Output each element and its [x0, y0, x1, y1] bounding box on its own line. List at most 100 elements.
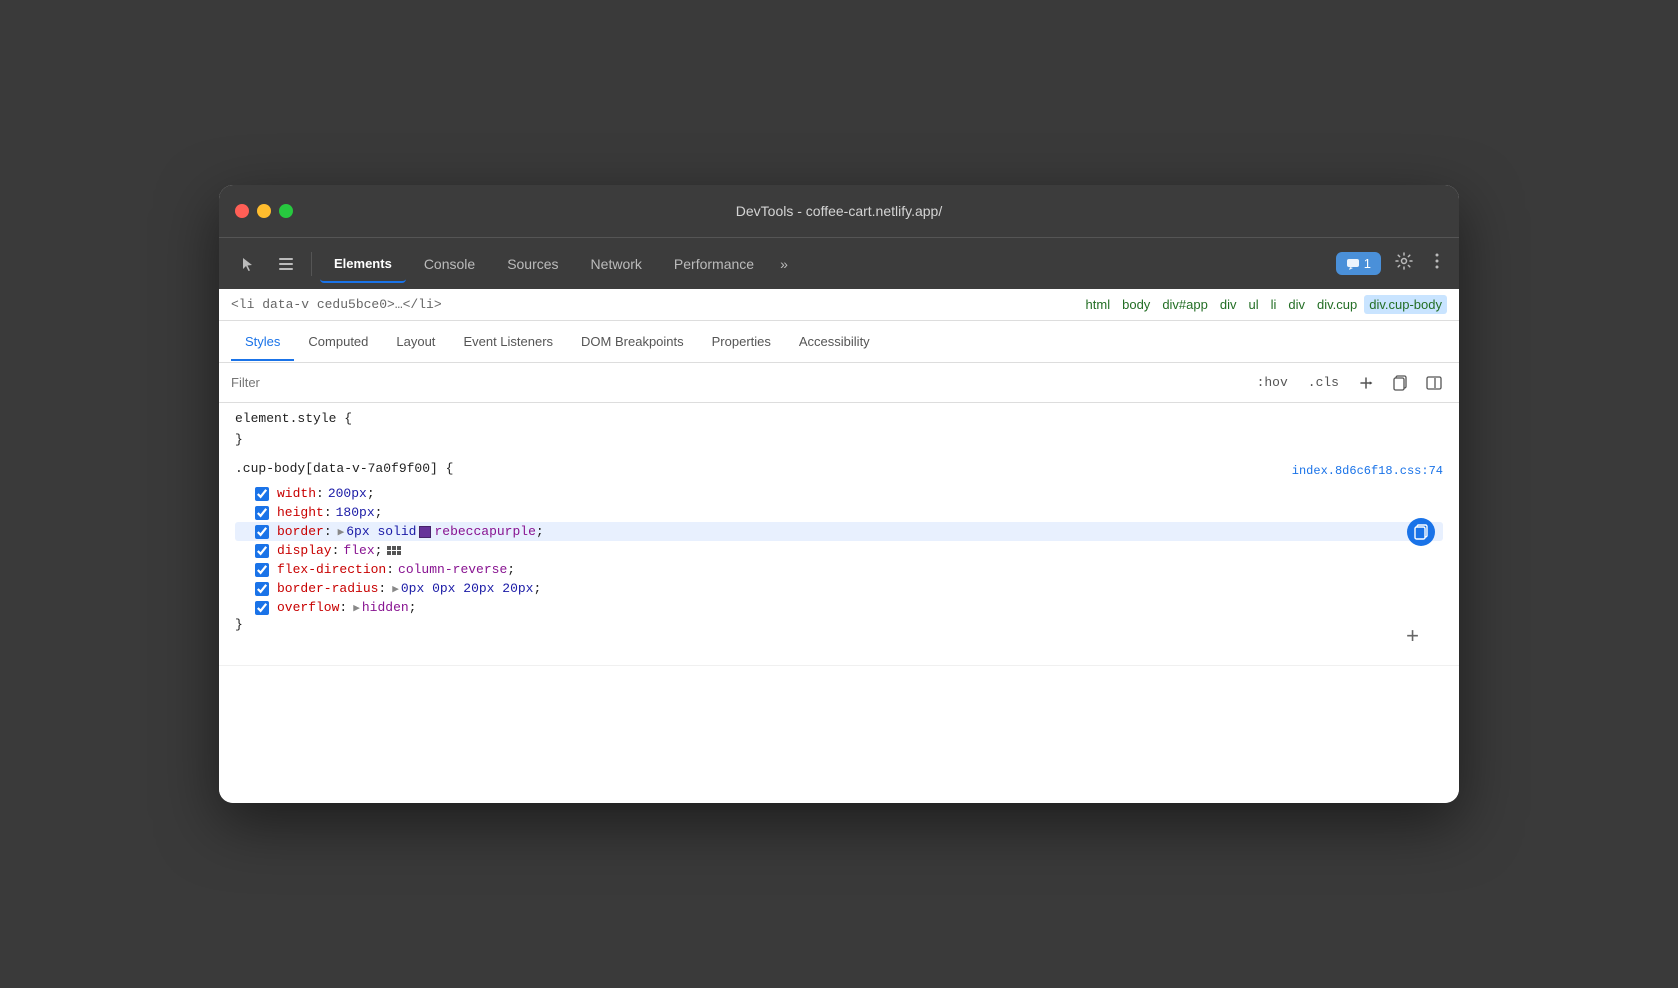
- subtab-styles[interactable]: Styles: [231, 324, 294, 361]
- border-prop-value: 6px solid: [346, 524, 416, 539]
- message-icon: [1346, 257, 1360, 271]
- traffic-lights: [235, 204, 293, 218]
- property-row-border-radius: border-radius : ▶ 0px 0px 20px 20px ;: [235, 579, 1443, 598]
- width-checkbox[interactable]: [255, 487, 269, 501]
- toggle-sidebar-button[interactable]: [1421, 372, 1447, 394]
- styles-panel-bottom: } +: [235, 617, 1443, 657]
- styles-filter-bar: :hov .cls: [219, 363, 1459, 403]
- border-prop-name: border: [277, 524, 324, 539]
- border-radius-prop-name: border-radius: [277, 581, 378, 596]
- flex-layout-icon[interactable]: [387, 546, 401, 555]
- border-radius-prop-value: 0px 0px 20px 20px: [401, 581, 534, 596]
- settings-icon: [1395, 252, 1413, 270]
- window-title: DevTools - coffee-cart.netlify.app/: [736, 203, 942, 219]
- tab-network[interactable]: Network: [577, 250, 656, 278]
- cls-button[interactable]: .cls: [1302, 372, 1345, 393]
- breadcrumb-li[interactable]: li: [1266, 295, 1282, 314]
- property-row-overflow: overflow : ▶ hidden ;: [235, 598, 1443, 617]
- cup-body-header: .cup-body[data-v-7a0f9f00] { index.8d6c6…: [235, 461, 1443, 480]
- cursor-icon: [239, 255, 257, 273]
- layout-icon: [1426, 375, 1442, 391]
- devtools-window: DevTools - coffee-cart.netlify.app/ Elem…: [219, 185, 1459, 803]
- more-options-icon: [1435, 253, 1439, 269]
- breadcrumb-div-app[interactable]: div#app: [1157, 295, 1213, 314]
- flex-direction-prop-value: column-reverse: [398, 562, 507, 577]
- property-row-border: border : ▶ 6px solid rebeccapurple ;: [235, 522, 1443, 541]
- cup-body-close-brace: }: [235, 617, 243, 632]
- element-style-close: }: [235, 430, 1443, 449]
- devtools-toolbar: Elements Console Sources Network Perform…: [219, 237, 1459, 289]
- breadcrumb-ul[interactable]: ul: [1243, 295, 1263, 314]
- overflow-prop-name: overflow: [277, 600, 339, 615]
- breadcrumb-div[interactable]: div: [1215, 295, 1242, 314]
- breadcrumb-body[interactable]: body: [1117, 295, 1155, 314]
- height-checkbox[interactable]: [255, 506, 269, 520]
- close-button[interactable]: [235, 204, 249, 218]
- subtab-dom-breakpoints[interactable]: DOM Breakpoints: [567, 324, 698, 361]
- subtab-event-listeners[interactable]: Event Listeners: [449, 324, 567, 361]
- flex-direction-prop-name: flex-direction: [277, 562, 386, 577]
- more-options-button[interactable]: [1427, 249, 1447, 278]
- element-style-text: element.style {: [235, 411, 352, 426]
- border-color-value: rebeccapurple: [434, 524, 535, 539]
- minimize-button[interactable]: [257, 204, 271, 218]
- styles-panel: element.style { } .cup-body[data-v-7a0f9…: [219, 403, 1459, 803]
- border-color-swatch[interactable]: [419, 526, 431, 538]
- tab-elements[interactable]: Elements: [320, 246, 406, 283]
- property-row-width: width : 200px ;: [235, 484, 1443, 503]
- subtab-properties[interactable]: Properties: [698, 324, 785, 361]
- width-prop-name: width: [277, 486, 316, 501]
- cup-body-selector: .cup-body[data-v-7a0f9f00] {: [235, 461, 453, 476]
- copy-styles-button[interactable]: [1387, 372, 1413, 394]
- height-prop-name: height: [277, 505, 324, 520]
- property-row-height: height : 180px ;: [235, 503, 1443, 522]
- subtab-computed[interactable]: Computed: [294, 324, 382, 361]
- tab-console[interactable]: Console: [410, 250, 489, 278]
- breadcrumb-div-cup-body[interactable]: div.cup-body: [1364, 295, 1447, 314]
- display-prop-value: flex: [343, 543, 374, 558]
- hov-button[interactable]: :hov: [1251, 372, 1294, 393]
- border-radius-arrow[interactable]: ▶: [392, 582, 399, 596]
- subtab-layout[interactable]: Layout: [382, 324, 449, 361]
- dom-breadcrumb: <li data-v cedu5bce0>…</li> html body di…: [219, 289, 1459, 321]
- width-prop-value: 200px: [328, 486, 367, 501]
- cursor-tool-button[interactable]: [231, 248, 265, 280]
- flex-direction-checkbox[interactable]: [255, 563, 269, 577]
- overflow-arrow[interactable]: ▶: [353, 601, 360, 615]
- maximize-button[interactable]: [279, 204, 293, 218]
- display-checkbox[interactable]: [255, 544, 269, 558]
- tab-sources[interactable]: Sources: [493, 250, 572, 278]
- add-icon: [1358, 375, 1374, 391]
- tab-performance[interactable]: Performance: [660, 250, 768, 278]
- copy-icon: [1392, 375, 1408, 391]
- breadcrumb-div2[interactable]: div: [1283, 295, 1310, 314]
- subtab-accessibility[interactable]: Accessibility: [785, 324, 884, 361]
- cup-body-block: .cup-body[data-v-7a0f9f00] { index.8d6c6…: [219, 453, 1459, 666]
- add-rule-button[interactable]: [1353, 372, 1379, 394]
- title-bar: DevTools - coffee-cart.netlify.app/: [219, 185, 1459, 237]
- notifications-badge-button[interactable]: 1: [1336, 252, 1381, 275]
- display-prop-name: display: [277, 543, 332, 558]
- height-prop-value: 180px: [336, 505, 375, 520]
- cup-body-file-link[interactable]: index.8d6c6f18.css:74: [1292, 464, 1443, 478]
- border-arrow[interactable]: ▶: [338, 525, 345, 539]
- property-row-display: display : flex ;: [235, 541, 1443, 560]
- layers-icon: [277, 255, 295, 273]
- badge-count: 1: [1364, 256, 1371, 271]
- filter-input[interactable]: [231, 375, 1251, 390]
- breadcrumb-div-cup[interactable]: div.cup: [1312, 295, 1362, 314]
- more-tabs-button[interactable]: »: [772, 252, 796, 276]
- add-rule-btn[interactable]: +: [1390, 619, 1435, 653]
- element-style-selector: element.style {: [235, 411, 1443, 426]
- border-radius-checkbox[interactable]: [255, 582, 269, 596]
- breadcrumb-ellipsis: <li data-v cedu5bce0>…</li>: [231, 297, 442, 312]
- settings-button[interactable]: [1387, 248, 1421, 279]
- property-row-flex-direction: flex-direction : column-reverse ;: [235, 560, 1443, 579]
- styles-sub-tabs: Styles Computed Layout Event Listeners D…: [219, 321, 1459, 363]
- border-checkbox[interactable]: [255, 525, 269, 539]
- layers-button[interactable]: [269, 248, 303, 280]
- toolbar-separator: [311, 252, 312, 276]
- breadcrumb-html[interactable]: html: [1081, 295, 1116, 314]
- overflow-checkbox[interactable]: [255, 601, 269, 615]
- overflow-prop-value: hidden: [362, 600, 409, 615]
